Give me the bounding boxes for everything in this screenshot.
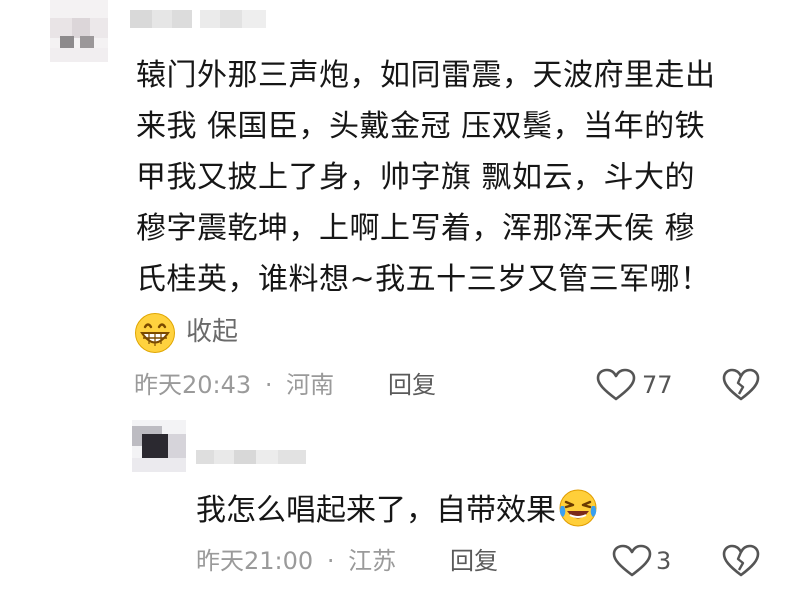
reply-button[interactable]: 回复 [388, 370, 436, 400]
reply-like-count: 3 [656, 547, 672, 575]
username[interactable] [130, 6, 270, 32]
broken-heart-icon [722, 544, 760, 577]
reply-label: 回复 [450, 547, 498, 575]
heart-outline-icon [596, 368, 636, 401]
reply-text: 我怎么唱起来了，自带效果 [196, 488, 598, 531]
comment-text: 辕门外那三声炮，如同雷震，天波府里走出 来我 保国臣，头戴金冠 压双鬓，当年的铁… [136, 50, 776, 305]
avatar[interactable] [50, 0, 108, 62]
heart-outline-icon [612, 544, 652, 577]
reply-dislike-button[interactable] [722, 544, 760, 578]
like-count: 77 [642, 371, 673, 399]
meta-separator: · [264, 371, 273, 399]
dislike-button[interactable] [722, 368, 760, 402]
reply-label: 回复 [388, 371, 436, 399]
reply-username[interactable] [196, 448, 308, 468]
reply-avatar[interactable] [132, 420, 186, 472]
location: 河南 [286, 371, 335, 399]
collapse-button[interactable]: 收起 [186, 316, 238, 348]
reply-meta: 昨天21:00 · 江苏 [196, 546, 396, 576]
reply-content: 我怎么唱起来了，自带效果 [196, 493, 556, 528]
meta-separator: · [326, 547, 335, 575]
like-button[interactable] [596, 368, 636, 402]
comment-line: 穆字震乾坤，上啊上写着，浑那浑天侯 穆 [136, 211, 696, 246]
location: 江苏 [348, 547, 397, 575]
reply-like-button[interactable] [612, 544, 652, 578]
broken-heart-icon [722, 368, 760, 401]
reply-reply-button[interactable]: 回复 [450, 546, 498, 576]
grin-emoji-icon [134, 312, 176, 354]
laugh-cry-emoji-icon [558, 488, 598, 528]
timestamp: 昨天21:00 [196, 547, 314, 575]
timestamp: 昨天20:43 [134, 371, 252, 399]
comment-line: 辕门外那三声炮，如同雷震，天波府里走出 [136, 58, 716, 93]
comment-line: 甲我又披上了身，帅字旗 飘如云，斗大的 [136, 160, 696, 195]
comment-line: 氏桂英，谁料想~我五十三岁又管三军哪！ [136, 262, 711, 297]
comment-meta: 昨天20:43 · 河南 [134, 370, 334, 400]
comment-line: 来我 保国臣，头戴金冠 压双鬓，当年的铁 [136, 109, 706, 144]
